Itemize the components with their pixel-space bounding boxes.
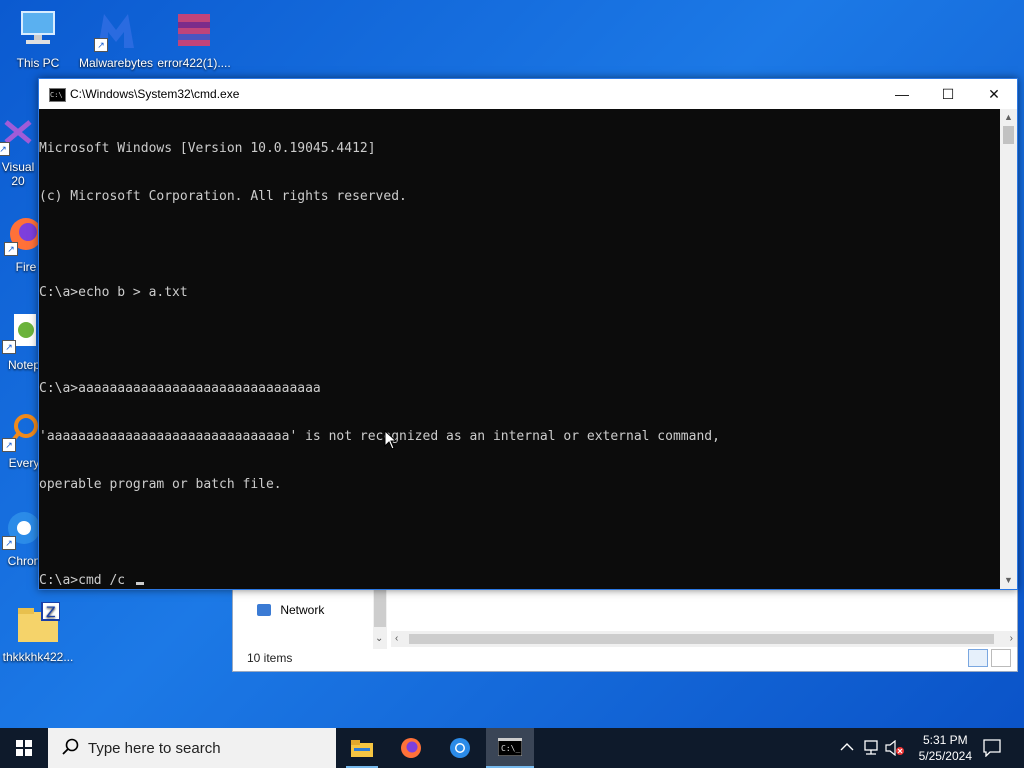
search-placeholder: Type here to search [88,740,221,757]
mouse-pointer-icon [384,430,398,450]
console-line: C:\a>aaaaaaaaaaaaaaaaaaaaaaaaaaaaaaa [39,381,321,396]
status-item-count: 10 items [247,651,293,665]
desktop-icon-label: Notep [7,358,41,372]
chevron-up-icon [840,743,854,751]
cmd-window[interactable]: C:\ C:\Windows\System32\cmd.exe — ☐ ✕ Mi… [38,78,1018,590]
desktop-icon-error422[interactable]: error422(1).... [156,8,232,70]
console-output[interactable]: Microsoft Windows [Version 10.0.19045.44… [39,109,999,589]
network-icon [864,740,878,755]
zip-folder-icon: Z [16,601,61,646]
desktop-icon-label: Fire [15,260,37,274]
cmd-icon: C:\_ [498,738,522,756]
firefox-icon [401,738,421,758]
details-view-icon[interactable] [968,649,988,667]
network-icon [257,604,271,616]
console-input[interactable]: C:\a>cmd /c [39,573,133,588]
nav-item-network[interactable]: Network [257,603,324,617]
taskbar: Type here to search C:\_ 5:31 PM 5/25/20… [0,728,1024,768]
shortcut-arrow-icon: ↗ [0,142,10,156]
window-title: C:\Windows\System32\cmd.exe [70,87,240,101]
console-line: (c) Microsoft Corporation. All rights re… [39,189,407,204]
scroll-down-icon[interactable]: ⌄ [375,633,383,644]
clock-time: 5:31 PM [922,733,968,747]
windows-logo-icon [16,740,32,756]
svg-text:C:\_: C:\_ [501,744,520,753]
desktop-icon-label: Every [8,456,40,470]
taskbar-chrome[interactable] [436,728,484,768]
scroll-down-icon[interactable]: ▼ [1000,572,1017,589]
shortcut-arrow-icon: ↗ [2,536,16,550]
archive-icon [172,8,216,52]
shortcut-arrow-icon: ↗ [4,242,18,256]
scrollbar-thumb[interactable] [409,634,994,644]
taskbar-file-explorer[interactable] [338,728,386,768]
console-prompt-line[interactable]: C:\a>cmd /c [39,573,999,589]
shortcut-arrow-icon: ↗ [2,340,16,354]
scroll-up-icon[interactable]: ▲ [1000,109,1017,126]
console-scrollbar[interactable]: ▲ ▼ [1000,109,1017,589]
taskbar-clock[interactable]: 5:31 PM 5/25/2024 [919,732,972,764]
desktop-icon-label: error422(1).... [157,56,231,70]
console-line: 'aaaaaaaaaaaaaaaaaaaaaaaaaaaaaaa' is not… [39,429,720,444]
desktop-icon-this-pc[interactable]: This PC [0,8,76,70]
scrollbar-thumb[interactable] [374,587,386,627]
content-horizontal-scrollbar[interactable]: ‹ › [391,631,1017,647]
nav-item-label: Network [280,603,325,617]
scroll-right-icon[interactable]: › [1010,633,1013,644]
nav-pane-scrollbar[interactable]: ⌄ [373,587,387,649]
desktop-icon-label: Chron [7,554,41,568]
minimize-button[interactable]: — [879,79,925,109]
chrome-icon [450,738,470,758]
taskbar-firefox[interactable] [387,728,435,768]
cmd-titlebar[interactable]: C:\ C:\Windows\System32\cmd.exe — ☐ ✕ [39,79,1017,109]
text-cursor [135,582,144,585]
navigation-pane: Network [233,587,373,643]
taskbar-cmd[interactable]: C:\_ [486,728,534,768]
svg-text:Z: Z [46,605,56,621]
cmd-app-icon: C:\ [49,88,66,102]
console-line: Microsoft Windows [Version 10.0.19045.44… [39,141,376,156]
start-button[interactable] [0,728,48,768]
desktop-icon-malwarebytes[interactable]: ↗ Malwarebytes [78,8,154,70]
console-line: C:\a>echo b > a.txt [39,285,188,300]
clock-date: 5/25/2024 [918,749,972,763]
desktop-icon-label: Malwarebytes [78,56,154,70]
search-icon [62,738,80,761]
desktop-icon-zip-folder[interactable]: Z thkkkhk422... [0,601,76,664]
visual-studio-icon: ↗ [0,112,40,156]
volume-muted-icon [885,740,904,756]
computer-icon [16,8,60,52]
desktop-icon-label: This PC [16,56,60,70]
notification-icon [983,739,1001,757]
file-explorer-icon [351,740,373,757]
shortcut-arrow-icon: ↗ [94,38,108,52]
scrollbar-thumb[interactable] [1003,126,1014,144]
scroll-left-icon[interactable]: ‹ [395,633,398,644]
malwarebytes-icon: ↗ [94,8,138,52]
desktop-icon-label: thkkkhk422... [2,650,74,664]
taskbar-search-box[interactable]: Type here to search [48,728,336,768]
file-explorer-window[interactable]: Network ⌄ ‹ › 10 items [232,586,1018,672]
console-line: operable program or batch file. [39,477,282,492]
maximize-button[interactable]: ☐ [925,79,971,109]
large-icons-view-icon[interactable] [991,649,1011,667]
desktop-icon-label: Visual 20 [1,160,35,188]
close-button[interactable]: ✕ [971,79,1017,109]
shortcut-arrow-icon: ↗ [2,438,16,452]
notification-center-button[interactable] [976,728,1024,768]
